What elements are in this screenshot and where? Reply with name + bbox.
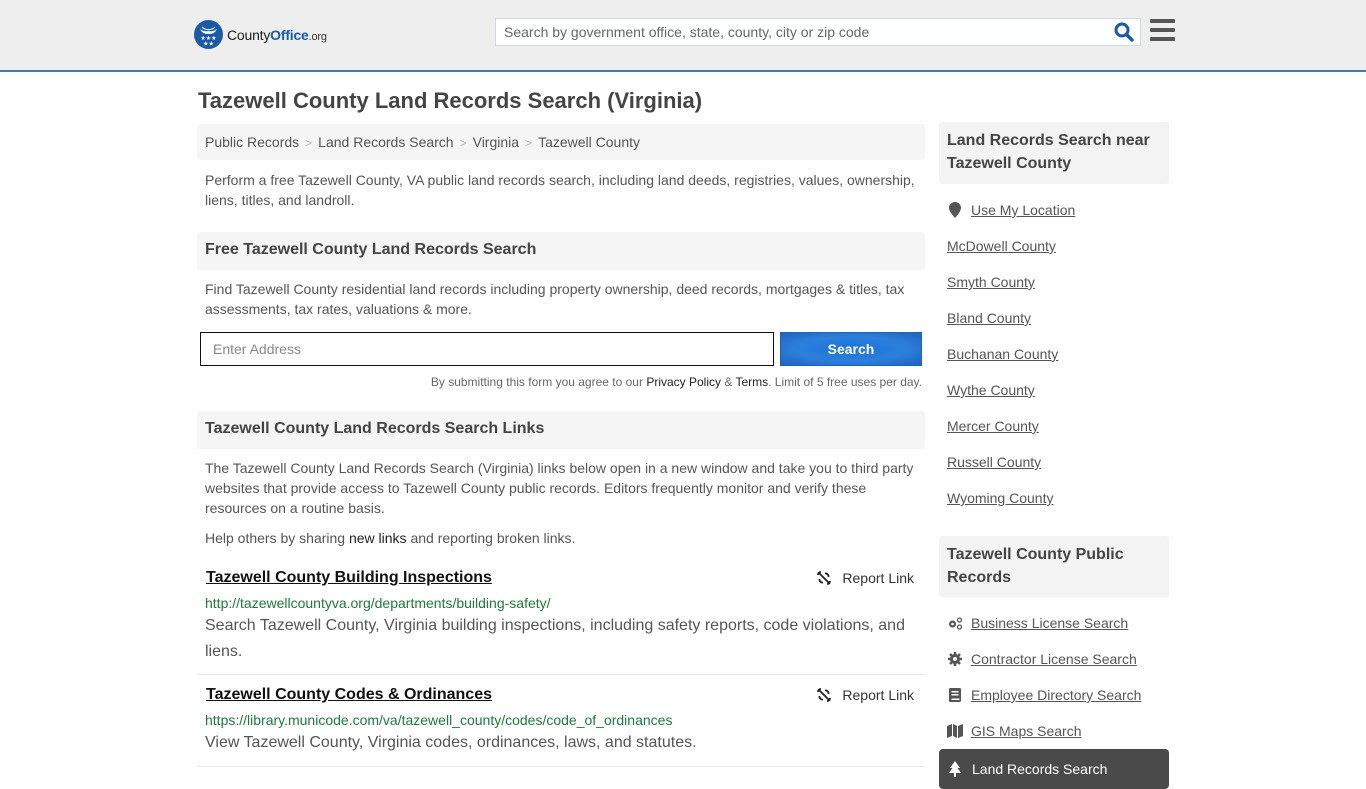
svg-text:★★: ★★ [203, 41, 214, 48]
form-disclaimer: By submitting this form you agree to our… [430, 375, 922, 389]
intro-text: Perform a free Tazewell County, VA publi… [205, 172, 915, 208]
breadcrumb-tazewell-county[interactable]: Tazewell County [538, 134, 640, 150]
sidebar-item-contractor-license-search[interactable]: Contractor License Search [947, 651, 1137, 667]
report-link-button[interactable]: Report Link [816, 570, 914, 586]
links-section-heading: Tazewell County Land Records Search Link… [197, 411, 925, 449]
site-search-box [495, 18, 1141, 46]
nearby-county-link[interactable]: Wyoming County [947, 490, 1053, 506]
resource-link-url: https://library.municode.com/va/tazewell… [205, 712, 673, 728]
resource-link-url: http://tazewellcountyva.org/departments/… [205, 595, 551, 611]
hamburger-menu-icon[interactable] [1150, 19, 1175, 41]
sidebar-item-employee-directory-search[interactable]: Employee Directory Search [947, 687, 1141, 703]
free-search-heading: Free Tazewell County Land Records Search [197, 232, 925, 270]
resource-link-item: Tazewell County Codes & Ordinances Repor… [197, 676, 925, 767]
new-links-link[interactable]: new links [349, 530, 407, 546]
eagle-logo-icon: ★★★ ★★ [194, 20, 223, 49]
breadcrumb: Public Records > Land Records Search > Virgi… [197, 124, 925, 160]
terms-link[interactable]: Terms [735, 375, 768, 389]
resource-link-title[interactable]: Tazewell County Building Inspections [206, 569, 492, 587]
map-marker-icon [947, 202, 963, 218]
page-title: Tazewell County Land Records Search (Vir… [198, 88, 703, 113]
top-header: ★★★ ★★ CountyOffice.org [0, 0, 1366, 72]
breadcrumb-separator: > [305, 136, 313, 150]
breadcrumb-virginia[interactable]: Virginia [473, 134, 519, 150]
public-records-heading: Tazewell County Public Records [939, 536, 1169, 597]
free-search-description: Find Tazewell County residential land re… [205, 281, 905, 317]
sidebar-item-business-license-search[interactable]: Business License Search [947, 615, 1128, 631]
nearby-county-link[interactable]: Buchanan County [947, 346, 1058, 362]
resource-link-description: Search Tazewell County, Virginia buildin… [205, 617, 905, 660]
nearby-county-link[interactable]: Wythe County [947, 382, 1035, 398]
map-icon [947, 723, 963, 739]
resource-link-title[interactable]: Tazewell County Codes & Ordinances [206, 686, 492, 704]
address-search-button[interactable]: Search [780, 332, 922, 366]
site-logo[interactable]: ★★★ ★★ CountyOffice.org [194, 20, 327, 49]
tree-icon [948, 761, 964, 777]
gear-icon [947, 651, 963, 667]
links-section-description: The Tazewell County Land Records Search … [205, 460, 914, 516]
breadcrumb-separator: > [459, 136, 467, 150]
resource-link-description: View Tazewell County, Virginia codes, or… [205, 734, 697, 751]
logo-wordmark: CountyOffice.org [227, 26, 327, 43]
sidebar-item-gis-maps-search[interactable]: GIS Maps Search [947, 723, 1082, 739]
privacy-policy-link[interactable]: Privacy Policy [646, 375, 721, 389]
gears-icon [947, 615, 963, 631]
search-icon[interactable] [1114, 22, 1134, 42]
nearby-heading: Land Records Search near Tazewell County [939, 122, 1169, 184]
breadcrumb-public-records[interactable]: Public Records [205, 134, 299, 150]
book-icon [947, 687, 963, 703]
site-search-input[interactable] [496, 19, 1096, 45]
nearby-county-link[interactable]: McDowell County [947, 238, 1056, 254]
address-input[interactable] [200, 332, 774, 366]
breadcrumb-land-records-search[interactable]: Land Records Search [318, 134, 453, 150]
resource-link-item: Tazewell County Building Inspections Rep… [197, 560, 925, 675]
sidebar-item-land-records-search[interactable]: Land Records Search [939, 749, 1169, 789]
broken-link-icon [817, 571, 832, 585]
nearby-county-link[interactable]: Russell County [947, 454, 1041, 470]
help-text: Help others by sharing new links and rep… [205, 530, 576, 546]
nearby-county-link[interactable]: Mercer County [947, 418, 1039, 434]
use-my-location-link[interactable]: Use My Location [947, 202, 1075, 218]
report-link-button[interactable]: Report Link [816, 687, 914, 703]
nearby-county-link[interactable]: Bland County [947, 310, 1031, 326]
broken-link-icon [817, 688, 832, 702]
breadcrumb-separator: > [525, 136, 533, 150]
nearby-county-link[interactable]: Smyth County [947, 274, 1035, 290]
